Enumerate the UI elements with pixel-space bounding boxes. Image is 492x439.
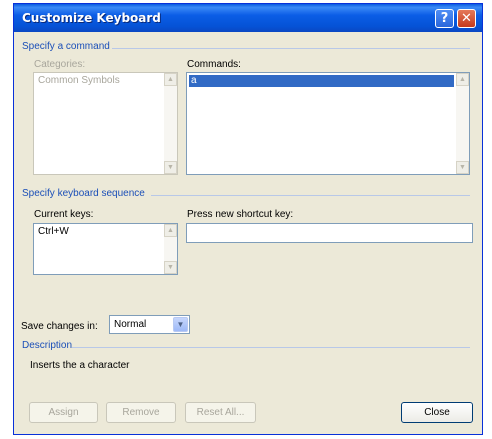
new-shortcut-input[interactable] [186,223,473,243]
dropdown-button[interactable]: ▼ [173,317,188,332]
current-keys-scrollbar[interactable]: ▲ ▼ [164,224,177,274]
scroll-up-icon: ▲ [459,76,466,83]
close-button[interactable]: Close [401,402,473,423]
keyboard-sequence-divider [151,195,470,196]
window-title: Customize Keyboard [22,11,161,25]
save-changes-select[interactable]: Normal ▼ [109,315,190,334]
categories-scrollbar[interactable]: ▲ ▼ [164,73,177,174]
close-window-button[interactable]: ✕ [457,9,476,28]
commands-scrollbar[interactable]: ▲ ▼ [456,73,469,174]
scroll-down-button[interactable]: ▼ [164,261,177,274]
description-header: Description [22,340,73,351]
description-divider [72,347,470,348]
assign-button[interactable]: Assign [29,402,98,423]
scroll-down-icon: ▼ [167,164,174,171]
scroll-down-button[interactable]: ▼ [164,161,177,174]
description-text: Inserts the a character [30,360,130,371]
specify-command-divider [112,48,470,49]
list-item[interactable]: Common Symbols [36,75,120,87]
commands-list[interactable]: a ▲ ▼ [186,72,470,175]
scroll-up-button[interactable]: ▲ [164,73,177,86]
dialog-content: Specify a command Categories: Common Sym… [14,32,482,434]
categories-label: Categories: [34,59,86,70]
list-item[interactable]: a [189,75,454,87]
categories-list[interactable]: Common Symbols ▲ ▼ [33,72,178,175]
save-changes-label: Save changes in: [21,321,98,332]
commands-label: Commands: [187,59,241,70]
help-button[interactable]: ? [435,9,454,28]
scroll-down-button[interactable]: ▼ [456,161,469,174]
list-item[interactable]: Ctrl+W [36,226,69,238]
keyboard-sequence-header: Specify keyboard sequence [22,188,145,199]
new-shortcut-label: Press new shortcut key: [187,209,294,220]
reset-all-button[interactable]: Reset All... [185,402,256,423]
scroll-up-icon: ▲ [167,76,174,83]
customize-keyboard-dialog: Customize Keyboard ? ✕ Specify a command… [13,3,483,435]
specify-command-header: Specify a command [22,41,110,52]
chevron-down-icon: ▼ [176,320,185,329]
scroll-down-icon: ▼ [167,264,174,271]
close-icon: ✕ [461,11,472,26]
scroll-up-button[interactable]: ▲ [456,73,469,86]
scroll-down-icon: ▼ [459,164,466,171]
scroll-up-icon: ▲ [167,227,174,234]
current-keys-label: Current keys: [34,209,94,220]
remove-button[interactable]: Remove [106,402,176,423]
current-keys-list[interactable]: Ctrl+W ▲ ▼ [33,223,178,275]
help-icon: ? [440,11,449,26]
scroll-up-button[interactable]: ▲ [164,224,177,237]
title-bar[interactable]: Customize Keyboard ? ✕ [14,4,482,32]
save-changes-value: Normal [114,319,147,330]
